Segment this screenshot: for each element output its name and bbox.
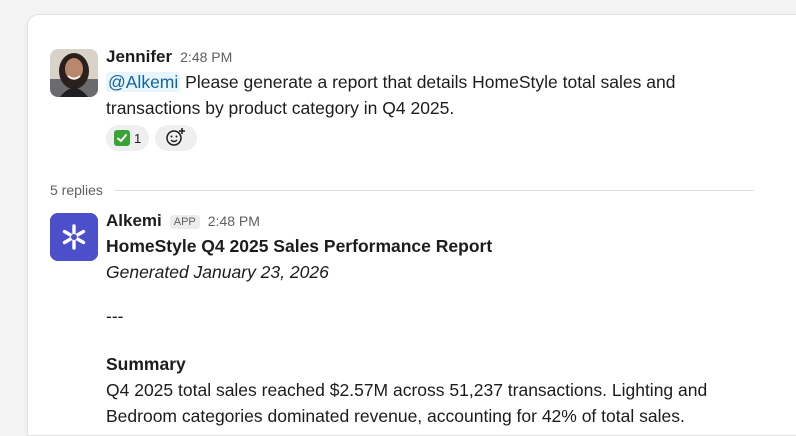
- timestamp[interactable]: 2:48 PM: [180, 49, 232, 65]
- author-name[interactable]: Jennifer: [106, 47, 172, 67]
- author-name[interactable]: Alkemi: [106, 211, 162, 231]
- message-text: @Alkemi Please generate a report that de…: [106, 69, 726, 121]
- reaction-count: 1: [134, 130, 142, 146]
- reactions-bar: 1: [106, 125, 726, 151]
- replies-count[interactable]: 5 replies: [50, 182, 103, 198]
- report-title: HomeStyle Q4 2025 Sales Performance Repo…: [106, 236, 493, 256]
- reply-body: Alkemi APP 2:48 PM HomeStyle Q4 2025 Sal…: [106, 211, 726, 429]
- message-content: Please generate a report that details Ho…: [106, 72, 676, 118]
- summary-heading: Summary: [106, 354, 186, 374]
- avatar-jennifer[interactable]: [50, 49, 98, 97]
- divider-line: [114, 189, 754, 191]
- white-check-mark-icon: [114, 130, 130, 146]
- timestamp[interactable]: 2:48 PM: [208, 213, 260, 229]
- summary-text: Q4 2025 total sales reached $2.57M acros…: [106, 380, 708, 426]
- mention-alkemi[interactable]: @Alkemi: [106, 72, 181, 92]
- add-emoji-icon: [165, 127, 187, 150]
- message-body: Jennifer 2:48 PM @Alkemi Please generate…: [106, 47, 726, 151]
- thread-panel: Jennifer 2:48 PM @Alkemi Please generate…: [27, 14, 796, 436]
- app-badge: APP: [169, 215, 200, 229]
- avatar-alkemi[interactable]: [50, 213, 98, 261]
- report-generated-date: Generated January 23, 2026: [106, 262, 329, 282]
- reaction-checkmark[interactable]: 1: [106, 125, 150, 151]
- separator-text: ---: [106, 306, 124, 326]
- replies-divider: 5 replies: [50, 182, 754, 198]
- add-reaction-button[interactable]: [155, 125, 198, 151]
